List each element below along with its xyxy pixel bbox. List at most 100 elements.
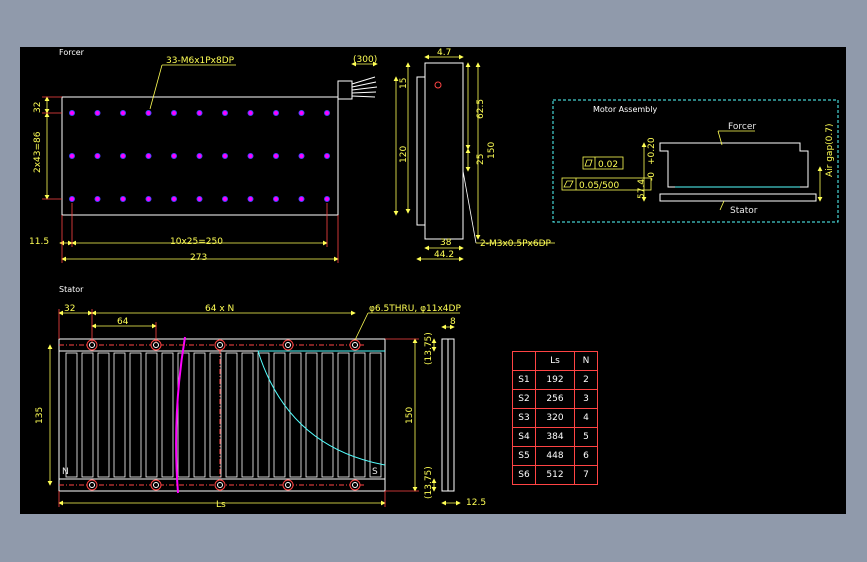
dim-stator-135: 135 xyxy=(35,407,45,424)
table-cell: 7 xyxy=(574,465,598,485)
stator-tooth xyxy=(209,352,222,478)
stator-hole xyxy=(86,479,98,491)
stator-view: Stator N S 32 64 x N 64 φ6.5THRU, φ11x4D… xyxy=(35,285,486,510)
stator-title: Stator xyxy=(59,285,84,294)
dim-forcer-273: 273 xyxy=(190,253,207,263)
stator-hole xyxy=(282,479,294,491)
forcer-hole xyxy=(298,196,305,202)
table-cell: 512 xyxy=(535,465,575,485)
dim-stator-ls: Ls xyxy=(216,500,226,510)
dim-side-62-5: 62.5 xyxy=(476,99,486,119)
stator-tooth xyxy=(81,352,94,478)
forcer-hole xyxy=(145,153,152,159)
forcer-hole xyxy=(222,153,228,159)
forcer-hole xyxy=(145,110,152,116)
table-cell: 192 xyxy=(535,370,575,390)
stator-tooth xyxy=(97,352,110,478)
stator-hole xyxy=(349,339,361,351)
forcer-title: Forcer xyxy=(59,48,85,57)
forcer-hole xyxy=(94,110,101,116)
dim-side-150: 150 xyxy=(487,142,497,159)
stator-mounting-holes xyxy=(86,339,361,491)
tolerance-up: +0.20 xyxy=(647,137,657,165)
forcer-hole-callout: 33-M6x1Px8DP xyxy=(166,56,235,66)
stator-outline xyxy=(58,338,386,492)
stator-hole xyxy=(282,339,294,351)
stator-hole xyxy=(214,479,226,491)
motor-assembly-view: Motor Assembly Forcer Stator Air gap(0.7… xyxy=(552,99,839,223)
dim-forcer-pitch-h: 10x25=250 xyxy=(170,237,223,247)
forcer-hole xyxy=(222,110,228,116)
cad-drawing-canvas[interactable]: Forcer 32 2x43=86 11.5 10x25=250 273 (30… xyxy=(20,47,846,514)
stator-tooth xyxy=(321,352,334,478)
stator-hole xyxy=(349,479,361,491)
forcer-hole xyxy=(120,110,126,116)
forcer-mounting-holes xyxy=(69,110,330,202)
dim-forcer-32: 32 xyxy=(33,102,43,113)
flatness-value: 0.02 xyxy=(598,160,618,170)
parallel-value: 0.05/500 xyxy=(579,181,620,191)
table-cell: 3 xyxy=(574,389,598,409)
table-row: S3 320 4 xyxy=(512,408,598,428)
stator-tooth xyxy=(145,352,158,478)
forcer-label: Forcer xyxy=(728,122,756,132)
dim-side-25: 25 xyxy=(476,154,486,165)
stator-length-table: Ls N S1 192 2 S2 256 3 S3 320 4 S4 384 5 S5 448 6 S6 512… xyxy=(512,351,598,485)
table-cell: S5 xyxy=(512,446,536,466)
table-cell: 256 xyxy=(535,389,575,409)
dim-side-38: 38 xyxy=(440,238,452,248)
dim-side-15: 15 xyxy=(399,78,409,89)
forcer-hole xyxy=(171,196,177,202)
stator-tooth xyxy=(241,352,254,478)
table-header-row: Ls N xyxy=(512,351,598,371)
forcer-hole xyxy=(273,110,279,116)
stator-hole-callout: φ6.5THRU, φ11x4DP xyxy=(369,304,461,314)
table-row: S4 384 5 xyxy=(512,427,598,447)
table-row: S6 512 7 xyxy=(512,465,598,485)
stator-tooth xyxy=(161,352,174,478)
dim-side-4-7: 4.7 xyxy=(437,48,451,58)
dim-side-120: 120 xyxy=(399,146,409,163)
table-cell: 2 xyxy=(574,370,598,390)
table-cell: S2 xyxy=(512,389,536,409)
stator-teeth xyxy=(65,352,382,478)
forcer-hole xyxy=(171,110,177,116)
dim-stator-150: 150 xyxy=(405,407,415,424)
dim-forcer-11-5: 11.5 xyxy=(29,237,49,247)
forcer-hole xyxy=(247,196,254,202)
forcer-hole xyxy=(247,153,254,159)
forcer-hole xyxy=(196,153,203,159)
dim-stator-13-75-top: (13.75) xyxy=(424,332,434,365)
tolerance-down: -0 xyxy=(647,172,657,181)
stator-tooth xyxy=(129,352,142,478)
forcer-hole xyxy=(145,196,152,202)
stator-tooth xyxy=(113,352,126,478)
table-cell: S1 xyxy=(512,370,536,390)
forcer-hole xyxy=(247,110,254,116)
motor-assembly-title: Motor Assembly xyxy=(593,105,657,114)
air-gap-label: Air gap(0.7) xyxy=(825,124,835,178)
stator-tooth xyxy=(369,352,382,478)
dim-cable-300: (300) xyxy=(353,55,377,65)
assembly-height: 57.4 xyxy=(637,179,647,199)
table-cell: 4 xyxy=(574,408,598,428)
table-header-cell xyxy=(512,351,536,371)
forcer-hole xyxy=(120,196,126,202)
table-cell: 5 xyxy=(574,427,598,447)
dim-stator-64xN: 64 x N xyxy=(205,304,234,314)
pole-s: S xyxy=(372,467,378,477)
forcer-hole xyxy=(273,196,279,202)
dim-stator-8: 8 xyxy=(450,317,456,327)
stator-hole xyxy=(214,339,226,351)
forcer-hole xyxy=(120,153,126,159)
forcer-hole xyxy=(324,153,330,159)
dim-stator-13-75-bottom: (13.75) xyxy=(424,466,434,499)
forcer-hole xyxy=(196,196,203,202)
forcer-hole xyxy=(69,196,75,202)
stator-tooth xyxy=(305,352,318,478)
table-cell: 6 xyxy=(574,446,598,466)
dim-forcer-pitch-v: 2x43=86 xyxy=(33,131,43,173)
forcer-hole xyxy=(298,110,305,116)
dim-stator-64: 64 xyxy=(117,317,129,327)
forcer-hole xyxy=(196,110,203,116)
